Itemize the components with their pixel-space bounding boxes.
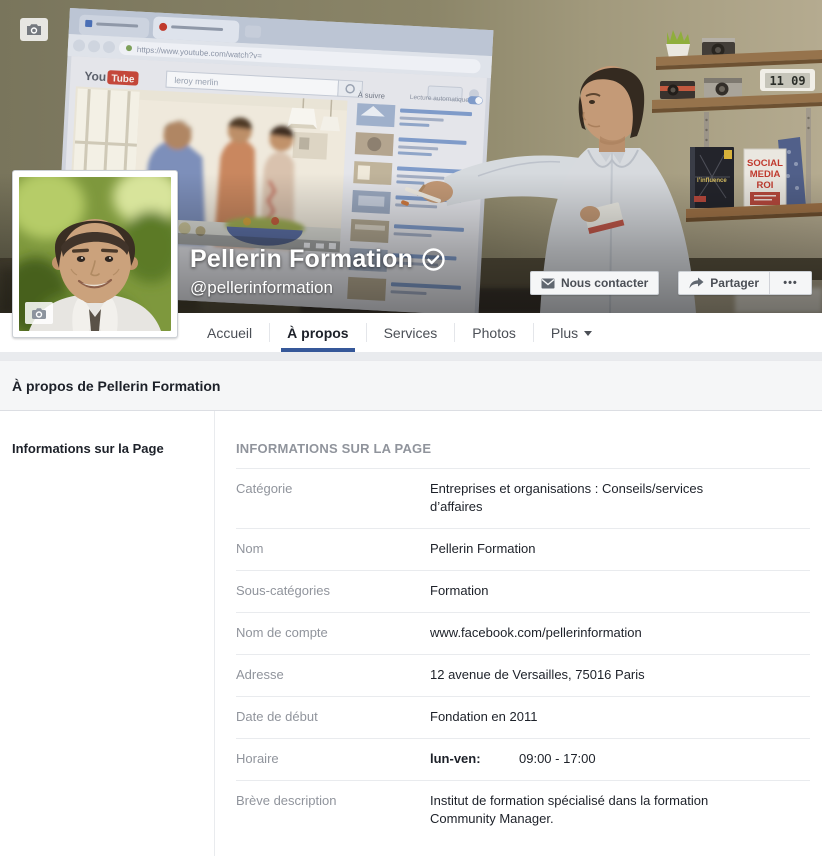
info-value: 12 avenue de Versailles, 75016 Paris — [430, 666, 645, 684]
info-value: Pellerin Formation — [430, 540, 536, 558]
info-row-breve-description: Brève description Institut de formation … — [236, 781, 810, 840]
camera-red — [660, 81, 695, 99]
info-label: Nom de compte — [236, 624, 430, 642]
info-value: Formation — [430, 582, 489, 600]
page-handle: @pellerinformation — [190, 278, 445, 298]
youtube-logo-tube: Tube — [111, 73, 135, 85]
tab-accueil[interactable]: Accueil — [190, 313, 269, 352]
camera-silver — [704, 78, 742, 98]
info-label: Sous-catégories — [236, 582, 430, 600]
about-sidebar: Informations sur la Page — [0, 411, 215, 856]
tab-photos[interactable]: Photos — [455, 313, 533, 352]
share-arrow-icon — [689, 277, 704, 289]
tab-label: Services — [384, 325, 438, 341]
youtube-logo-you: You — [84, 69, 106, 84]
clock-time: 11 09 — [769, 74, 805, 88]
info-label: Adresse — [236, 666, 430, 684]
info-value-hours: lun-ven:09:00 - 17:00 — [430, 750, 596, 768]
info-label: Brève description — [236, 792, 430, 828]
update-cover-photo-button[interactable] — [20, 18, 48, 41]
info-value: Institut de formation spécialisé dans la… — [430, 792, 742, 828]
info-row-horaire: Horaire lun-ven:09:00 - 17:00 — [236, 739, 810, 781]
share-button-label: Partager — [710, 276, 759, 290]
info-row-nom: Nom Pellerin Formation — [236, 529, 810, 571]
shelf-clock: 11 09 — [760, 69, 815, 91]
page-identity: Pellerin Formation @pellerinformation — [190, 245, 445, 298]
info-value-page-url: www.facebook.com/pellerinformation — [430, 624, 642, 642]
info-row-categorie: Catégorie Entreprises et organisations :… — [236, 469, 810, 529]
tab-label: Plus — [551, 325, 578, 341]
update-profile-photo-button[interactable] — [25, 302, 53, 324]
more-options-dots: ••• — [783, 277, 798, 289]
info-row-sous-categories: Sous-catégories Formation — [236, 571, 810, 613]
hours-days: lun-ven: — [430, 750, 519, 768]
share-button[interactable]: Partager — [678, 271, 770, 295]
tab-label: À propos — [287, 325, 348, 341]
contact-button-label: Nous contacter — [561, 276, 648, 290]
page-title: Pellerin Formation — [190, 245, 445, 274]
sidebar-heading: À suivre — [358, 90, 386, 100]
tab-label: Photos — [472, 325, 516, 341]
hours-time: 09:00 - 17:00 — [519, 751, 596, 766]
tab-a-propos[interactable]: À propos — [270, 313, 365, 352]
info-label: Catégorie — [236, 480, 430, 516]
sidebar-item-informations-page[interactable]: Informations sur la Page — [12, 441, 202, 456]
page-info-panel: INFORMATIONS SUR LA PAGE Catégorie Entre… — [215, 411, 822, 856]
page-title-text: Pellerin Formation — [190, 245, 413, 274]
info-value: Fondation en 2011 — [430, 708, 537, 726]
more-options-button[interactable]: ••• — [770, 271, 812, 295]
verified-badge-icon — [422, 248, 445, 271]
camera-icon — [31, 307, 47, 320]
camera-icon — [26, 23, 42, 36]
envelope-icon — [541, 278, 555, 289]
contact-button[interactable]: Nous contacter — [530, 271, 659, 295]
section-title: À propos de Pellerin Formation — [12, 378, 220, 394]
tab-label: Accueil — [207, 325, 252, 341]
book-title-line1: SOCIAL — [747, 158, 783, 169]
profile-picture[interactable] — [12, 170, 178, 338]
info-label: Date de début — [236, 708, 430, 726]
about-content: Informations sur la Page INFORMATIONS SU… — [0, 411, 822, 856]
info-row-nom-de-compte: Nom de compte www.facebook.com/pellerinf… — [236, 613, 810, 655]
info-label: Nom — [236, 540, 430, 558]
tab-plus[interactable]: Plus — [534, 313, 609, 352]
page-info-heading: INFORMATIONS SUR LA PAGE — [236, 441, 810, 469]
info-value: Entreprises et organisations : Conseils/… — [430, 480, 742, 516]
section-header-bar: À propos de Pellerin Formation — [0, 360, 822, 411]
tab-services[interactable]: Services — [367, 313, 455, 352]
info-label: Horaire — [236, 750, 430, 768]
page-background-gap — [0, 352, 822, 360]
info-row-date-de-debut: Date de début Fondation en 2011 — [236, 697, 810, 739]
info-row-adresse: Adresse 12 avenue de Versailles, 75016 P… — [236, 655, 810, 697]
facebook-page: https://www.youtube.com/watch?v= You Tub… — [0, 0, 822, 854]
caret-down-icon — [584, 331, 592, 336]
